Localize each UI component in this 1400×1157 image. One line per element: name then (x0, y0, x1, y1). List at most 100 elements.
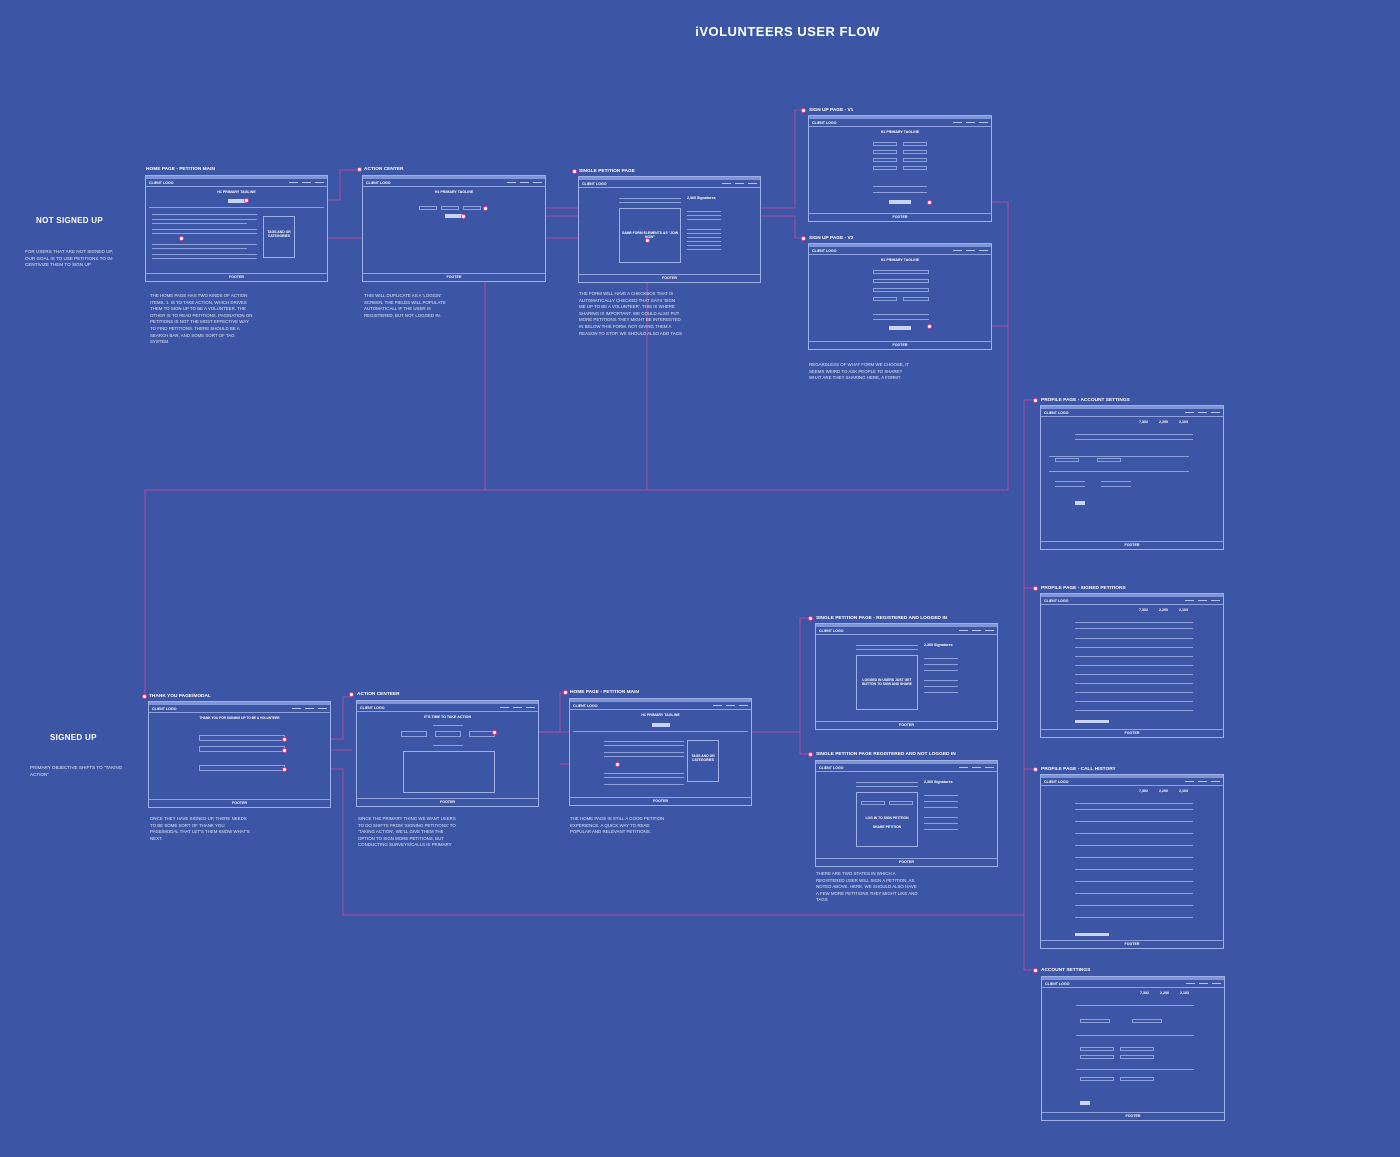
signatures-count: 2,365 Signatures (687, 196, 716, 200)
client-logo: CLIENT LOGO (360, 705, 385, 710)
signatures-count: 2,365 Signatures (924, 780, 953, 784)
label-node (349, 692, 354, 697)
section-signed-up-note: PRIMARY OBJECTIVE SHIFTS TO "TAKING ACTI… (30, 765, 123, 777)
footer: FOOTER (816, 858, 997, 866)
primary-tagline: H1 PRIMARY TAGLINE (880, 130, 920, 134)
time-to-act-heading: IT'S TIME TO TAKE ACTION (423, 715, 472, 719)
footer: FOOTER (809, 341, 991, 349)
wireframe-home: CLIENT LOGO H1 PRIMARY TAGLINE TAGS AND … (145, 175, 328, 282)
client-logo: CLIENT LOGO (1045, 981, 1070, 986)
tags-box-label: TAGS AND OR CATEGORIES (691, 754, 715, 762)
footer: FOOTER (570, 797, 751, 805)
label-node (808, 616, 813, 621)
stat-value: 2,103 (1179, 789, 1188, 793)
connector-node (645, 238, 650, 243)
connector-node (461, 214, 466, 219)
stat-value: 2,200 (1159, 789, 1168, 793)
screen-label-action-centeer: ACTION CENTEER (357, 692, 400, 697)
wireframe-single-petition: CLIENT LOGO 2,365 Signatures SAME FORM E… (578, 176, 761, 283)
client-logo: CLIENT LOGO (366, 180, 391, 185)
stat-value: 2,103 (1179, 420, 1188, 424)
label-node (1033, 767, 1038, 772)
stat-value: 2,103 (1179, 608, 1188, 612)
connector-node (282, 737, 287, 742)
screen-label-signup-v2: SIGN UP PAGE - V2 (809, 236, 854, 241)
primary-tagline: H1 PRIMARY TAGLINE (217, 190, 256, 194)
screen-label-single-petition: SINGLE PETITION PAGE (579, 169, 635, 174)
flow-title: iVOLUNTEERS USER FLOW (695, 24, 880, 39)
stat-value: 7,302 (1140, 991, 1149, 995)
connector-node (615, 762, 620, 767)
footer: FOOTER (816, 721, 997, 729)
screen-label-profile-account: PROFILE PAGE - ACCOUNT SETTINGS (1041, 398, 1130, 403)
stat-value: 7,302 (1139, 420, 1148, 424)
footer: FOOTER (363, 273, 545, 281)
stat-value: 2,200 (1159, 608, 1168, 612)
screen-label-single-logged-in: SINGLE PETITION PAGE - REGISTERED AND LO… (816, 616, 948, 621)
stat-value: 2,200 (1159, 420, 1168, 424)
client-logo: CLIENT LOGO (812, 120, 837, 125)
footer: FOOTER (809, 213, 991, 221)
wireframe-action-center: CLIENT LOGO H1 PRIMARY TAGLINE FOOTER (362, 175, 546, 282)
screen-label-profile-signed: PROFILE PAGE - SIGNED PETITIONS (1041, 586, 1126, 591)
screen-label-account-settings: ACCOUNT SETTINGS (1041, 968, 1091, 973)
screen-label-home-2: HOME PAGE - PETITION MAIN (570, 690, 639, 695)
logged-in-label: LOGGED IN USERS JUST GET BUTTON TO SIGN … (862, 678, 912, 686)
label-node (563, 690, 568, 695)
stat-value: 2,200 (1160, 991, 1169, 995)
label-node (142, 694, 147, 699)
client-logo: CLIENT LOGO (152, 706, 177, 711)
wireframe-signup-v1: CLIENT LOGO H1 PRIMARY TAGLINE FOOTER (808, 115, 992, 222)
connector-node (927, 200, 932, 205)
note-action-centeer: SINCE THE PRIMARY THING WE WANT USERS TO… (358, 816, 456, 848)
client-logo: CLIENT LOGO (582, 181, 607, 186)
same-form-label: SAME FORM ELEMENTS AS "JOIN NOW" (621, 231, 679, 239)
tags-box-label: TAGS AND OR CATEGORIES (267, 230, 291, 238)
footer: FOOTER (1041, 729, 1223, 737)
client-logo: CLIENT LOGO (1044, 598, 1069, 603)
connector-node (179, 236, 184, 241)
client-logo: CLIENT LOGO (812, 248, 837, 253)
note-signup-v2: REGARDLESS OF WHAT FORM WE CHOOSE, IT SE… (809, 362, 910, 381)
footer: FOOTER (579, 274, 760, 282)
wireframe-single-not-logged: CLIENT LOGO 2,365 Signatures LOG IN TO S… (815, 760, 998, 867)
connector-account-settings (1023, 915, 1035, 971)
wireframe-profile-signed: CLIENT LOGO 7,302 2,200 2,103 FOOTER (1040, 593, 1224, 738)
footer: FOOTER (146, 273, 327, 281)
label-node (572, 169, 577, 174)
screen-label-single-not-logged: SINGLE PETITION PAGE REGISTERED AND NOT … (816, 752, 956, 757)
screen-label-home: HOME PAGE - PETITION MAIN (146, 167, 215, 172)
connector-node (483, 206, 488, 211)
connector-node (244, 198, 249, 203)
client-logo: CLIENT LOGO (819, 765, 844, 770)
wireframe-action-centeer: CLIENT LOGO IT'S TIME TO TAKE ACTION FOO… (356, 700, 539, 807)
screen-label-action-center: ACTION CENTER (364, 167, 404, 172)
footer: FOOTER (357, 798, 538, 806)
connector-node (492, 730, 497, 735)
label-node (1033, 586, 1038, 591)
wireframe-signup-v2: CLIENT LOGO H1 PRIMARY TAGLINE FOOTER (808, 243, 992, 350)
client-logo: CLIENT LOGO (819, 628, 844, 633)
wireframe-home-2: CLIENT LOGO H1 PRIMARY TAGLINE TAGS AND … (569, 698, 752, 806)
connector-to-not-logged (799, 732, 810, 755)
label-node (1033, 968, 1038, 973)
primary-tagline: H1 PRIMARY TAGLINE (641, 713, 680, 717)
client-logo: CLIENT LOGO (149, 180, 174, 185)
screen-label-signup-v1: SIGN UP PAGE - V1 (809, 108, 854, 113)
note-home-2: THE HOME PAGE IS STILL A GOOD PETITION E… (570, 816, 665, 835)
label-node (801, 236, 806, 241)
label-node (808, 752, 813, 757)
label-node (1033, 398, 1038, 403)
connector-node (282, 748, 287, 753)
screen-label-profile-calls: PROFILE PAGE - CALL HISTORY (1041, 767, 1116, 772)
primary-tagline: H1 PRIMARY TAGLINE (880, 258, 920, 262)
footer: FOOTER (1041, 541, 1223, 549)
connector-node (927, 324, 932, 329)
footer: FOOTER (1042, 1112, 1224, 1120)
signatures-count: 2,365 Signatures (924, 643, 953, 647)
screen-label-thank-you: THANK YOU PAGE/MODAL (149, 694, 211, 699)
wireframe-account-settings: CLIENT LOGO 7,302 2,200 2,103 FOOTER (1041, 976, 1225, 1121)
wireframe-thank-you: CLIENT LOGO THANK YOU FOR SIGNING UP TO … (148, 701, 331, 808)
primary-tagline: H1 PRIMARY TAGLINE (434, 190, 474, 194)
note-thank-you: ONCE THEY HAVE SIGNED UP, THERE NEEDS TO… (150, 816, 250, 841)
